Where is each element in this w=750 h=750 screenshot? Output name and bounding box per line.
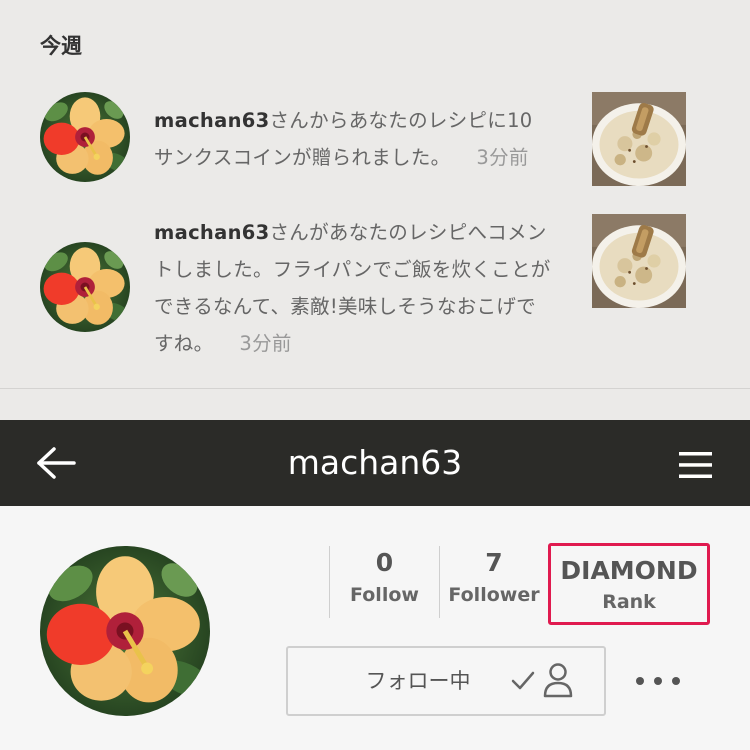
hibiscus-avatar-icon[interactable] <box>40 546 210 716</box>
notification-message: さんからあなたのレシピに10 <box>269 109 533 132</box>
rank-label: Rank <box>602 591 656 613</box>
more-dots-icon[interactable] <box>634 670 682 692</box>
follow-label: Follow <box>350 584 419 606</box>
page-title: machan63 <box>287 443 463 482</box>
follow-stat[interactable]: 0 Follow <box>330 546 439 618</box>
follower-stat[interactable]: 7 Follower <box>440 546 548 618</box>
follow-count: 0 <box>375 548 394 577</box>
notification-message: さんがあなたのレシピへコメン <box>269 221 547 244</box>
notification-message: すね。 <box>154 332 214 355</box>
rank-value: DIAMOND <box>560 556 698 585</box>
notification-text: machan63さんからあなたのレシピに10 サンクスコインが贈られました。 3分… <box>154 102 574 176</box>
rank-stat[interactable]: DIAMOND Rank <box>548 543 710 625</box>
user-icon <box>542 662 574 698</box>
notification-message: できるなんて、素敵!美味しそうなおこげで <box>154 295 536 318</box>
recipe-thumbnail-icon[interactable] <box>592 214 686 308</box>
notification-message: サンクスコインが贈られました。 <box>154 146 451 169</box>
follower-count: 7 <box>485 548 503 577</box>
notification-username[interactable]: machan63 <box>154 109 270 132</box>
following-button-label: フォロー中 <box>365 669 471 693</box>
notifications-section: 今週 machan63さんからあなたのレシピに10 サンクスコインが贈られました… <box>0 0 750 420</box>
notification-time: 3分前 <box>239 332 292 355</box>
hibiscus-avatar-icon[interactable] <box>40 92 130 182</box>
divider <box>0 388 750 389</box>
profile-header-bar: machan63 <box>0 420 750 506</box>
hamburger-menu-icon[interactable] <box>679 452 712 478</box>
notification-message: トしました。フライパンでご飯を炊くことが <box>154 258 551 281</box>
section-title: 今週 <box>40 34 82 58</box>
check-icon <box>510 668 536 694</box>
profile-section: 0 Follow 7 Follower DIAMOND Rank フォロー中 <box>0 506 750 750</box>
following-button[interactable]: フォロー中 <box>286 646 606 716</box>
notification-username[interactable]: machan63 <box>154 221 270 244</box>
notification-time: 3分前 <box>476 146 529 169</box>
recipe-thumbnail-icon[interactable] <box>592 92 686 186</box>
hibiscus-avatar-icon[interactable] <box>40 242 130 332</box>
follower-label: Follower <box>448 584 540 606</box>
notification-text: machan63さんがあなたのレシピへコメン トしました。フライパンでご飯を炊く… <box>154 214 574 362</box>
